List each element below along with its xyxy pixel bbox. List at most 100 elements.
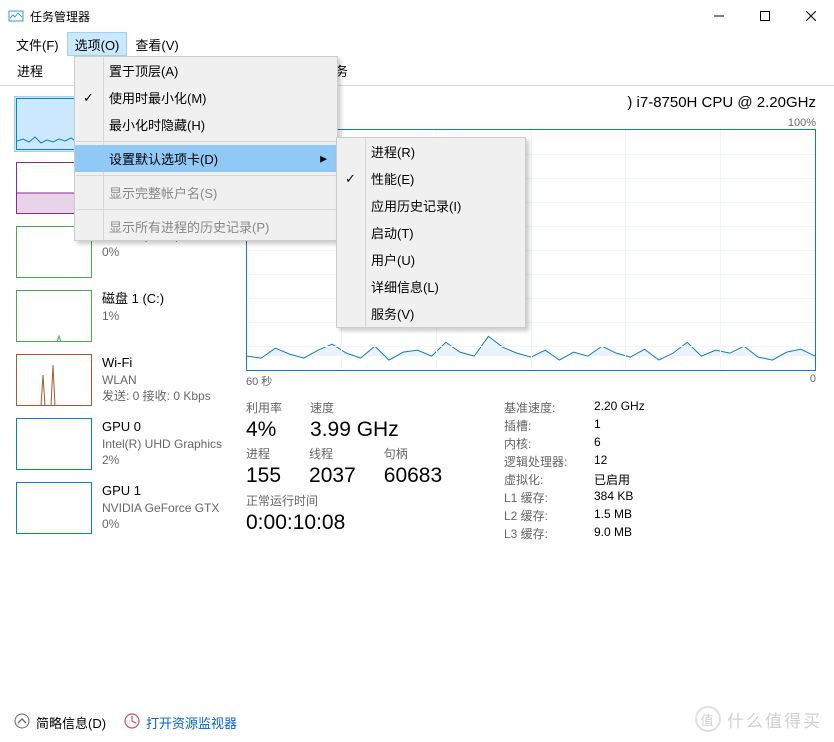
close-button[interactable] [788,0,834,32]
sidebar-item-gpu0[interactable]: GPU 0 Intel(R) UHD Graphics 2% [14,416,240,472]
chart-max-label: 100% [788,117,816,129]
gpu0-val: 2% [102,452,222,468]
logical-v: 12 [594,453,607,470]
threads-val: 2037 [309,462,356,489]
opt-hide-minimized[interactable]: 最小化时隐藏(H) [75,111,337,138]
sub-app-history[interactable]: 应用历史记录(I) [337,192,525,219]
opt-all-history[interactable]: 显示所有进程的历史记录(P) [75,213,337,240]
app-icon [8,8,24,24]
menu-view[interactable]: 查看(V) [127,32,186,56]
sockets-v: 1 [594,417,601,434]
watermark-icon: 值 [695,706,721,732]
sidebar-item-wifi[interactable]: Wi-Fi WLAN 发送: 0 接收: 0 Kbps [14,352,240,408]
disk1-info: 磁盘 1 (C:) 1% [102,290,164,342]
tab-processes[interactable]: 进程 [6,56,54,85]
handles-val: 60683 [384,462,442,489]
stat-handles: 句柄 60683 [384,445,442,489]
sidebar-item-gpu1[interactable]: GPU 1 NVIDIA GeForce GTX 0% [14,480,240,536]
chevron-up-icon [14,713,30,732]
l1-l: L1 缓存: [504,489,594,506]
stat-processes: 进程 155 [246,445,281,489]
resmon-icon [124,713,140,732]
stat-speed: 速度 3.99 GHz [310,399,399,443]
gpu1-info: GPU 1 NVIDIA GeForce GTX 0% [102,482,219,534]
default-tab-submenu: 进程(R) ✓ 性能(E) 应用历史记录(I) 启动(T) 用户(U) 详细信息… [336,137,526,328]
proc-val: 155 [246,462,281,489]
l3-l: L3 缓存: [504,525,594,542]
disk1-title: 磁盘 1 (C:) [102,290,164,308]
chevron-right-icon: ▶ [320,153,327,164]
separator [76,175,336,176]
fewer-details-button[interactable]: 简略信息(D) [14,713,106,732]
l2-l: L2 缓存: [504,507,594,524]
opt-minimize-label: 使用时最小化(M) [109,91,207,106]
opt-minimize-on-use[interactable]: ✓ 使用时最小化(M) [75,84,337,111]
threads-label: 线程 [309,445,356,462]
separator [76,209,336,210]
uptime-label: 正常运行时间 [246,492,504,509]
stats-right: 基准速度:2.20 GHz 插槽:1 内核:6 逻辑处理器:12 虚拟化:已启用… [504,399,816,543]
chart-x-right: 0 [810,373,816,389]
stat-utilization: 利用率 4% [246,399,282,443]
sub-startup[interactable]: 启动(T) [337,219,525,246]
wifi-val: 发送: 0 接收: 0 Kbps [102,388,211,404]
opt-always-on-top[interactable]: 置于顶层(A) [75,57,337,84]
proc-label: 进程 [246,445,281,462]
opt-full-account[interactable]: 显示完整帐户名(S) [75,179,337,206]
wifi-title: Wi-Fi [102,354,211,372]
wifi-sub: WLAN [102,372,211,388]
stat-threads: 线程 2037 [309,445,356,489]
resmon-button[interactable]: 打开资源监视器 [124,713,237,732]
chart-bottom-labels: 60 秒 0 [246,373,816,389]
base-speed-l: 基准速度: [504,399,594,416]
disk1-val: 1% [102,308,164,324]
footer: 简略信息(D) 打开资源监视器 [14,713,237,732]
sub-services[interactable]: 服务(V) [337,300,525,327]
gpu1-val: 0% [102,516,219,532]
watermark: 值 什么值得买 [695,706,822,732]
fewer-details-label: 简略信息(D) [36,713,106,732]
sub-performance-label: 性能(E) [371,172,414,187]
menu-file[interactable]: 文件(F) [8,32,67,56]
gpu0-sub: Intel(R) UHD Graphics [102,436,222,452]
l2-v: 1.5 MB [594,507,632,524]
resmon-label: 打开资源监视器 [146,713,237,732]
gpu1-sub: NVIDIA GeForce GTX [102,500,219,516]
check-icon: ✓ [83,90,94,106]
virt-v: 已启用 [594,471,630,488]
stats-left: 利用率 4% 速度 3.99 GHz 进程 155 线程 203 [246,399,504,543]
gpu0-title: GPU 0 [102,418,222,436]
speed-val: 3.99 GHz [310,416,399,443]
logical-l: 逻辑处理器: [504,453,594,470]
menu-options[interactable]: 选项(O) [67,32,128,56]
gpu1-thumb [16,482,92,534]
gpu1-title: GPU 1 [102,482,219,500]
virt-l: 虚拟化: [504,471,594,488]
opt-default-tab[interactable]: 设置默认选项卡(D) ▶ [75,145,337,172]
sub-processes[interactable]: 进程(R) [337,138,525,165]
separator [76,141,336,142]
sockets-l: 插槽: [504,417,594,434]
cpu-model: ) i7-8750H CPU @ 2.20GHz [627,94,816,111]
handles-label: 句柄 [384,445,442,462]
check-icon: ✓ [345,171,356,187]
sub-details[interactable]: 详细信息(L) [337,273,525,300]
disk0-val: 0% [102,244,180,260]
util-val: 4% [246,416,282,443]
titlebar: 任务管理器 [0,0,834,32]
cores-l: 内核: [504,435,594,452]
gpu0-info: GPU 0 Intel(R) UHD Graphics 2% [102,418,222,470]
window-controls [696,0,834,32]
minimize-button[interactable] [696,0,742,32]
opt-default-tab-label: 设置默认选项卡(D) [109,152,218,167]
sidebar-item-disk1[interactable]: 磁盘 1 (C:) 1% [14,288,240,344]
sub-performance[interactable]: ✓ 性能(E) [337,165,525,192]
base-speed-v: 2.20 GHz [594,399,645,416]
watermark-text: 什么值得买 [727,707,822,732]
wifi-info: Wi-Fi WLAN 发送: 0 接收: 0 Kbps [102,354,211,406]
sub-users[interactable]: 用户(U) [337,246,525,273]
gpu0-thumb [16,418,92,470]
menubar: 文件(F) 选项(O) 查看(V) [0,32,834,56]
util-label: 利用率 [246,399,282,416]
maximize-button[interactable] [742,0,788,32]
